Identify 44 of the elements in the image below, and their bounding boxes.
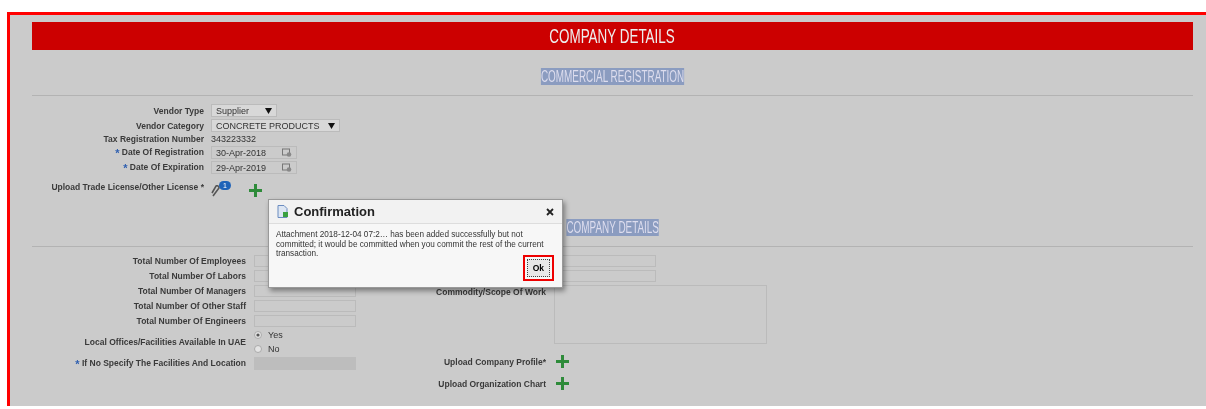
dropdown[interactable]: Supplier [211,104,277,117]
option-label: Yes [268,330,283,340]
field-label: Tax Registration Number [103,134,204,144]
close-icon[interactable] [546,207,554,216]
caret-icon [327,122,335,129]
section-title: COMMERCIAL REGISTRATION [540,68,685,85]
field-label: Total Number Of Other Staff [133,301,246,311]
paperclip-icon[interactable] [211,184,221,197]
calendar-icon[interactable] [282,163,292,172]
dialog-message: Attachment 2018-12-04 07:2… has been added successfully but not committed; it would be committed when you commit the rest of the current transaction. [276,230,545,259]
document-icon [277,205,289,218]
field-label: Local Offices/Facilities Available In UAE [84,337,246,347]
field-label: Commodity/Scope Of Work [435,286,546,297]
radio-button[interactable] [254,331,262,339]
required-marker: * [75,357,80,370]
page-title: COMPANY DETAILS [549,24,676,48]
add-icon[interactable] [556,355,569,368]
required-marker: * [115,146,120,159]
field-label: Upload Organization Chart [437,378,546,389]
dropdown[interactable]: CONCRETE PRODUCTS [211,119,340,132]
add-icon[interactable] [556,377,569,390]
field-label: Date Of Registration [121,146,204,157]
field-label: Vendor Category [135,120,204,131]
field-value: 343223332 [211,134,257,144]
option-label: No [268,344,280,354]
field-label: Total Number Of Managers [138,286,246,296]
field-label: Upload Company Profile* [443,356,546,367]
calendar-icon[interactable] [282,148,292,157]
field-label: Total Number Of Employees [132,256,246,266]
required-marker: * [123,161,128,174]
date-field[interactable]: 29-Apr-2019 [211,161,297,174]
ok-button[interactable]: Ok [526,259,550,277]
field-label: If No Specify The Facilities And Location [81,357,246,368]
dialog-title: Confirmation [294,204,376,219]
field-label: Upload Trade License/Other License * [51,181,204,192]
field-label: Total Number Of Labors [149,271,246,281]
add-icon[interactable] [249,184,262,197]
field-label: Total Number Of Engineers [136,316,246,326]
date-field[interactable]: 30-Apr-2018 [211,146,297,159]
caret-icon [265,107,272,114]
field-label: Vendor Type [153,105,204,116]
field-label: Date Of Expiration [129,161,204,172]
section-title: COMPANY DETAILS [566,219,659,236]
radio-button[interactable] [254,345,262,353]
